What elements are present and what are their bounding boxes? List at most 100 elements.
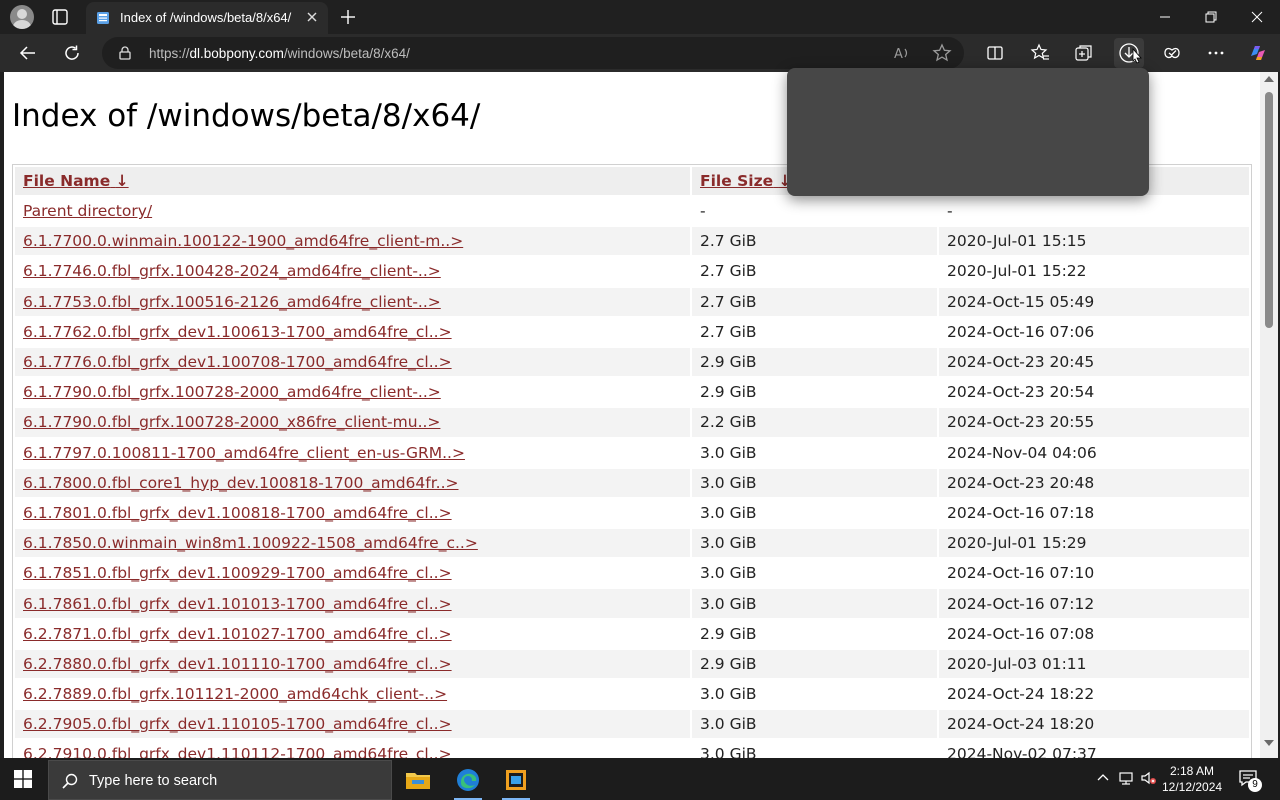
browser-essentials-icon[interactable] bbox=[1160, 41, 1184, 65]
file-link[interactable]: 6.2.7910.0.fbl_grfx_dev1.110112-1700_amd… bbox=[23, 745, 452, 758]
tab-actions-icon[interactable] bbox=[50, 7, 70, 27]
file-date-cell: 2024-Nov-04 04:06 bbox=[947, 443, 1097, 462]
file-name-cell: 6.1.7850.0.winmain_win8m1.100922-1508_am… bbox=[15, 529, 690, 558]
scroll-up-icon[interactable] bbox=[1264, 76, 1274, 82]
file-link[interactable]: 6.2.7871.0.fbl_grfx_dev1.101027-1700_amd… bbox=[23, 625, 452, 643]
remote-app-taskbar-icon[interactable] bbox=[494, 760, 538, 800]
profile-avatar-icon[interactable] bbox=[10, 5, 34, 29]
file-name-cell: 6.1.7762.0.fbl_grfx_dev1.100613-1700_amd… bbox=[15, 318, 690, 346]
add-favorite-star-icon[interactable] bbox=[932, 43, 952, 63]
tab-active[interactable]: Index of /windows/beta/8/x64/ bbox=[86, 2, 328, 34]
column-header-file-name[interactable]: File Name ↓ bbox=[15, 167, 690, 195]
file-link[interactable]: 6.1.7746.0.fbl_grfx.100428-2024_amd64fre… bbox=[23, 262, 441, 280]
file-name-cell: Parent directory/ bbox=[15, 197, 690, 225]
file-date-cell: 2020-Jul-01 15:29 bbox=[939, 529, 1249, 558]
file-date-cell: 2024-Nov-02 07:37 bbox=[947, 745, 1097, 758]
tab-close-icon[interactable] bbox=[304, 9, 320, 25]
file-link[interactable]: 6.1.7762.0.fbl_grfx_dev1.100613-1700_amd… bbox=[23, 323, 452, 341]
address-bar[interactable]: https://dl.bobpony.com/windows/beta/8/x6… bbox=[102, 37, 964, 69]
network-icon[interactable] bbox=[1118, 770, 1134, 786]
file-name-cell: 6.2.7910.0.fbl_grfx_dev1.110112-1700_amd… bbox=[15, 740, 690, 758]
taskbar-search-box[interactable]: Type here to search bbox=[48, 760, 392, 800]
table-row: 6.1.7797.0.100811-1700_amd64fre_client_e… bbox=[15, 439, 1249, 467]
file-link[interactable]: 6.1.7800.0.fbl_core1_hyp_dev.100818-1700… bbox=[23, 474, 459, 492]
page-scrollbar[interactable] bbox=[1260, 72, 1278, 758]
clock-date: 12/12/2024 bbox=[1162, 780, 1223, 794]
show-hidden-icons-icon[interactable] bbox=[1095, 770, 1111, 786]
file-link[interactable]: 6.2.7889.0.fbl_grfx.101121-2000_amd64chk… bbox=[23, 685, 447, 703]
table-row: 6.1.7790.0.fbl_grfx.100728-2000_x86fre_c… bbox=[15, 408, 1249, 437]
back-arrow-icon[interactable] bbox=[16, 41, 40, 65]
table-row: 6.2.7910.0.fbl_grfx_dev1.110112-1700_amd… bbox=[15, 740, 1249, 758]
scroll-down-icon[interactable] bbox=[1264, 740, 1274, 746]
file-name-cell: 6.1.7797.0.100811-1700_amd64fre_client_e… bbox=[15, 439, 690, 467]
search-icon bbox=[62, 773, 78, 789]
file-date-cell: 2024-Oct-16 07:10 bbox=[947, 564, 1095, 583]
parent-directory-link[interactable]: Parent directory/ bbox=[23, 202, 152, 220]
file-link[interactable]: 6.1.7797.0.100811-1700_amd64fre_client_e… bbox=[23, 444, 465, 462]
sort-by-name-link[interactable]: File Name ↓ bbox=[23, 172, 129, 190]
taskbar-clock[interactable]: 2:18 AM 12/12/2024 bbox=[1162, 763, 1222, 795]
file-link[interactable]: 6.1.7790.0.fbl_grfx.100728-2000_amd64fre… bbox=[23, 383, 441, 401]
file-size-cell: - bbox=[700, 202, 706, 221]
scrollbar-thumb[interactable] bbox=[1265, 92, 1273, 328]
restore-icon[interactable] bbox=[1188, 0, 1234, 34]
new-tab-icon[interactable] bbox=[338, 7, 358, 27]
lock-icon[interactable] bbox=[118, 46, 132, 60]
file-size-cell: 3.0 GiB bbox=[692, 589, 937, 618]
file-size-cell: 2.7 GiB bbox=[692, 287, 937, 316]
table-row: 6.1.7753.0.fbl_grfx.100516-2126_amd64fre… bbox=[15, 287, 1249, 316]
favorites-icon[interactable] bbox=[1028, 41, 1052, 65]
file-name-cell: 6.1.7790.0.fbl_grfx.100728-2000_amd64fre… bbox=[15, 378, 690, 406]
downloads-button[interactable] bbox=[1114, 38, 1144, 68]
file-link[interactable]: 6.1.7776.0.fbl_grfx_dev1.100708-1700_amd… bbox=[23, 353, 452, 371]
copilot-icon[interactable] bbox=[1246, 41, 1270, 65]
minimize-icon[interactable] bbox=[1142, 0, 1188, 34]
read-aloud-icon[interactable]: A bbox=[892, 43, 912, 63]
split-screen-icon[interactable] bbox=[983, 41, 1007, 65]
file-name-cell: 6.2.7871.0.fbl_grfx_dev1.101027-1700_amd… bbox=[15, 620, 690, 648]
file-name-cell: 6.1.7790.0.fbl_grfx.100728-2000_x86fre_c… bbox=[15, 408, 690, 437]
table-row: 6.1.7776.0.fbl_grfx_dev1.100708-1700_amd… bbox=[15, 347, 1249, 377]
edge-taskbar-icon[interactable] bbox=[446, 760, 490, 800]
table-row: 6.1.7861.0.fbl_grfx_dev1.101013-1700_amd… bbox=[15, 589, 1249, 618]
file-link[interactable]: 6.2.7905.0.fbl_grfx_dev1.110105-1700_amd… bbox=[23, 715, 452, 733]
file-link[interactable]: 6.1.7753.0.fbl_grfx.100516-2126_amd64fre… bbox=[23, 293, 441, 311]
file-size-cell: 3.0 GiB bbox=[692, 529, 937, 558]
search-placeholder: Type here to search bbox=[89, 773, 218, 789]
refresh-icon[interactable] bbox=[60, 41, 84, 65]
collections-icon[interactable] bbox=[1072, 41, 1096, 65]
file-link[interactable]: 6.1.7801.0.fbl_grfx_dev1.100818-1700_amd… bbox=[23, 504, 452, 522]
file-size-cell: 2.2 GiB bbox=[692, 408, 937, 437]
volume-muted-icon[interactable] bbox=[1140, 770, 1156, 786]
file-date-cell: 2024-Oct-15 05:49 bbox=[939, 287, 1249, 316]
file-size-cell: 2.9 GiB bbox=[700, 624, 757, 643]
browser-toolbar: https://dl.bobpony.com/windows/beta/8/x6… bbox=[0, 34, 1280, 72]
file-explorer-icon[interactable] bbox=[396, 760, 440, 800]
file-date-cell: 2024-Oct-16 07:08 bbox=[947, 624, 1095, 643]
page-favicon-icon bbox=[97, 12, 109, 24]
file-date-cell: 2024-Oct-24 18:20 bbox=[939, 710, 1249, 739]
windows-start-icon[interactable] bbox=[14, 770, 32, 788]
file-size-cell: 2.9 GiB bbox=[692, 649, 937, 678]
file-link[interactable]: 6.1.7851.0.fbl_grfx_dev1.100929-1700_amd… bbox=[23, 564, 452, 582]
close-window-icon[interactable] bbox=[1234, 0, 1280, 34]
file-date-cell: 2020-Jul-01 15:15 bbox=[939, 227, 1249, 256]
file-date-cell: 2024-Oct-23 20:54 bbox=[947, 383, 1095, 402]
file-date-cell: 2020-Jul-03 01:11 bbox=[939, 649, 1249, 678]
file-link[interactable]: 6.1.7861.0.fbl_grfx_dev1.101013-1700_amd… bbox=[23, 595, 452, 613]
url-text[interactable]: https://dl.bobpony.com/windows/beta/8/x6… bbox=[149, 46, 410, 61]
file-size-cell: 3.0 GiB bbox=[692, 468, 937, 497]
table-row: 6.1.7801.0.fbl_grfx_dev1.100818-1700_amd… bbox=[15, 499, 1249, 527]
notification-center-icon[interactable]: 9 bbox=[1238, 768, 1262, 792]
file-link[interactable]: 6.1.7850.0.winmain_win8m1.100922-1508_am… bbox=[23, 534, 478, 552]
file-link[interactable]: 6.1.7700.0.winmain.100122-1900_amd64fre_… bbox=[23, 232, 463, 250]
clock-time: 2:18 AM bbox=[1169, 764, 1215, 778]
table-row: 6.2.7889.0.fbl_grfx.101121-2000_amd64chk… bbox=[15, 680, 1249, 708]
more-options-icon[interactable] bbox=[1204, 41, 1228, 65]
sort-by-size-link[interactable]: File Size ↓ bbox=[700, 172, 792, 190]
file-link[interactable]: 6.2.7880.0.fbl_grfx_dev1.101110-1700_amd… bbox=[23, 655, 452, 673]
table-row: 6.1.7851.0.fbl_grfx_dev1.100929-1700_amd… bbox=[15, 559, 1249, 587]
file-link[interactable]: 6.1.7790.0.fbl_grfx.100728-2000_x86fre_c… bbox=[23, 413, 440, 431]
file-size-cell: 2.7 GiB bbox=[692, 227, 937, 256]
